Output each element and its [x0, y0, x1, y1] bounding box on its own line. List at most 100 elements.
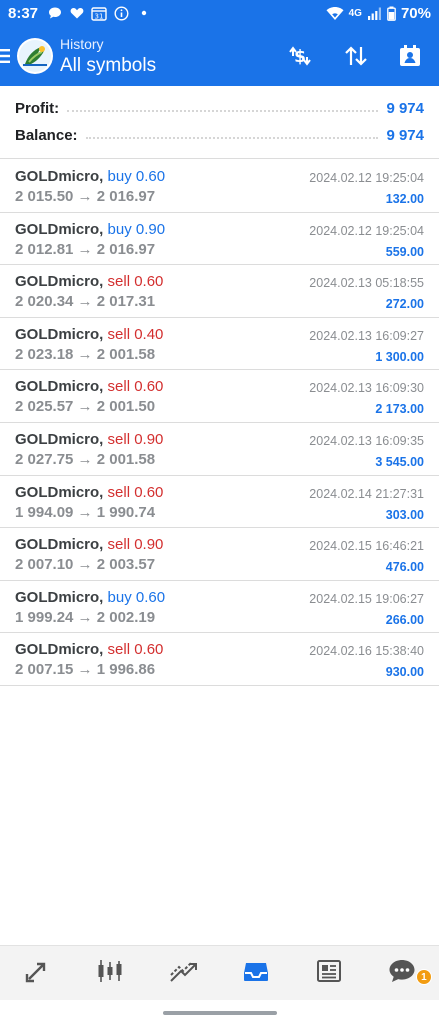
bottom-nav: 1	[0, 945, 439, 1000]
deal-time: 2024.02.15 19:06:27	[309, 591, 424, 606]
deal-time: 2024.02.12 19:25:04	[309, 223, 424, 238]
app-logo[interactable]	[17, 38, 53, 74]
deal-time: 2024.02.16 15:38:40	[309, 644, 424, 659]
deal-row[interactable]: GOLDmicro, buy 0.60 2 015.50 → 2 016.97 …	[0, 160, 439, 213]
deal-side: sell 0.40	[107, 325, 164, 343]
chat-bubble-icon	[47, 6, 62, 21]
deal-profit: 272.00	[385, 297, 424, 312]
deal-prices: 1 999.24 → 2 002.19	[15, 608, 156, 626]
status-time: 8:37	[8, 4, 39, 22]
battery-icon	[387, 6, 396, 21]
deal-side: sell 0.60	[107, 378, 164, 396]
deal-symbol: GOLDmicro,	[15, 641, 104, 659]
profit-label: Profit:	[15, 99, 60, 117]
quotes-nav[interactable]	[0, 946, 73, 1000]
currency-exchange-icon[interactable]: $	[286, 42, 314, 70]
balance-row: Balance: 9 974	[15, 125, 424, 145]
deal-symbol: GOLDmicro,	[15, 483, 104, 501]
battery-level: 70%	[400, 4, 431, 22]
deal-time: 2024.02.15 16:46:21	[309, 539, 424, 554]
signal-icon	[367, 6, 382, 21]
deal-symbol: GOLDmicro,	[15, 430, 104, 448]
deal-profit: 559.00	[385, 244, 424, 259]
deal-side: buy 0.90	[107, 220, 166, 238]
balance-label: Balance:	[15, 126, 78, 144]
deal-row[interactable]: GOLDmicro, buy 0.90 2 012.81 → 2 016.97 …	[0, 213, 439, 266]
dot-icon	[136, 6, 151, 21]
app-bar: History All symbols $	[0, 26, 439, 86]
candlestick-icon	[95, 957, 125, 990]
news-nav[interactable]	[293, 946, 366, 1000]
trade-nav[interactable]	[146, 946, 219, 1000]
app-title[interactable]: All symbols	[60, 55, 156, 77]
deal-symbol: GOLDmicro,	[15, 273, 104, 291]
chart-nav[interactable]	[73, 946, 146, 1000]
calendar-day: 31	[95, 12, 104, 20]
deal-profit: 2 173.00	[375, 402, 424, 417]
deal-prices: 2 007.15 → 1 996.86	[15, 661, 156, 679]
deal-time: 2024.02.13 05:18:55	[309, 276, 424, 291]
deal-prices: 2 007.10 → 2 003.57	[15, 556, 156, 574]
deal-row[interactable]: GOLDmicro, sell 0.60 2 025.57 → 2 001.50…	[0, 370, 439, 423]
deal-side: buy 0.60	[107, 588, 166, 606]
profit-value: 9 974	[386, 99, 424, 117]
dotted-leader	[67, 104, 379, 112]
deal-side: sell 0.90	[107, 536, 164, 554]
deals-list: GOLDmicro, buy 0.60 2 015.50 → 2 016.97 …	[0, 160, 439, 686]
inbox-icon	[242, 957, 270, 990]
deal-time: 2024.02.13 16:09:35	[309, 433, 424, 448]
menu-icon[interactable]	[0, 46, 12, 66]
info-icon	[114, 5, 129, 21]
deal-profit: 132.00	[385, 192, 424, 206]
deal-row[interactable]: GOLDmicro, sell 0.60 2 007.15 → 1 996.86…	[0, 633, 439, 686]
messages-badge: 1	[415, 969, 432, 985]
deal-prices: 2 012.81 → 2 016.97	[15, 240, 156, 258]
deal-time: 2024.02.13 16:09:27	[309, 328, 424, 343]
deal-side: sell 0.90	[107, 430, 164, 448]
deal-row[interactable]: GOLDmicro, sell 0.60 2 020.34 → 2 017.31…	[0, 265, 439, 318]
report-icon[interactable]	[396, 42, 424, 70]
sort-arrows-icon[interactable]	[342, 42, 370, 70]
home-indicator[interactable]	[163, 1011, 277, 1015]
network-type: 4G	[348, 7, 362, 19]
deal-time: 2024.02.14 21:27:31	[309, 486, 424, 501]
profit-row: Profit: 9 974	[15, 98, 424, 118]
app-subtitle: History	[60, 36, 104, 52]
deal-prices: 2 020.34 → 2 017.31	[15, 293, 156, 311]
history-nav[interactable]	[220, 946, 293, 1000]
messages-nav[interactable]: 1	[366, 946, 439, 1000]
deal-side: sell 0.60	[107, 641, 164, 659]
deal-profit: 3 545.00	[375, 454, 424, 469]
deal-prices: 2 027.75 → 2 001.58	[15, 450, 156, 468]
deal-symbol: GOLDmicro,	[15, 378, 104, 396]
svg-text:$: $	[294, 47, 306, 67]
newspaper-icon	[315, 957, 343, 990]
chat-icon	[387, 957, 417, 990]
deal-time: 2024.02.12 19:25:04	[309, 171, 424, 185]
deal-profit: 1 300.00	[375, 349, 424, 364]
deal-row[interactable]: GOLDmicro, sell 0.90 2 027.75 → 2 001.58…	[0, 423, 439, 476]
deal-prices: 2 015.50 → 2 016.97	[15, 188, 156, 205]
deal-side: sell 0.60	[107, 273, 164, 291]
deal-time: 2024.02.13 16:09:30	[309, 381, 424, 396]
deal-row[interactable]: GOLDmicro, sell 0.90 2 007.10 → 2 003.57…	[0, 528, 439, 581]
deal-profit: 476.00	[385, 560, 424, 575]
status-bar: 8:37 31 4G 70%	[0, 0, 439, 26]
heart-icon	[69, 6, 84, 21]
deal-symbol: GOLDmicro,	[15, 325, 104, 343]
deal-symbol: GOLDmicro,	[15, 588, 104, 606]
deal-side: sell 0.60	[107, 483, 164, 501]
deal-symbol: GOLDmicro,	[15, 168, 104, 185]
deal-symbol: GOLDmicro,	[15, 220, 104, 238]
deal-row[interactable]: GOLDmicro, sell 0.40 2 023.18 → 2 001.58…	[0, 318, 439, 371]
deal-profit: 266.00	[385, 612, 424, 627]
arrows-diagonal-icon	[23, 957, 51, 990]
deal-symbol: GOLDmicro,	[15, 536, 104, 554]
deal-row[interactable]: GOLDmicro, sell 0.60 1 994.09 → 1 990.74…	[0, 476, 439, 529]
deal-row[interactable]: GOLDmicro, buy 0.60 1 999.24 → 2 002.19 …	[0, 581, 439, 634]
deal-profit: 930.00	[385, 665, 424, 680]
deal-prices: 1 994.09 → 1 990.74	[15, 503, 156, 521]
deal-profit: 303.00	[385, 507, 424, 522]
dotted-leader	[85, 131, 379, 139]
summary-panel: Profit: 9 974 Balance: 9 974	[0, 86, 439, 159]
